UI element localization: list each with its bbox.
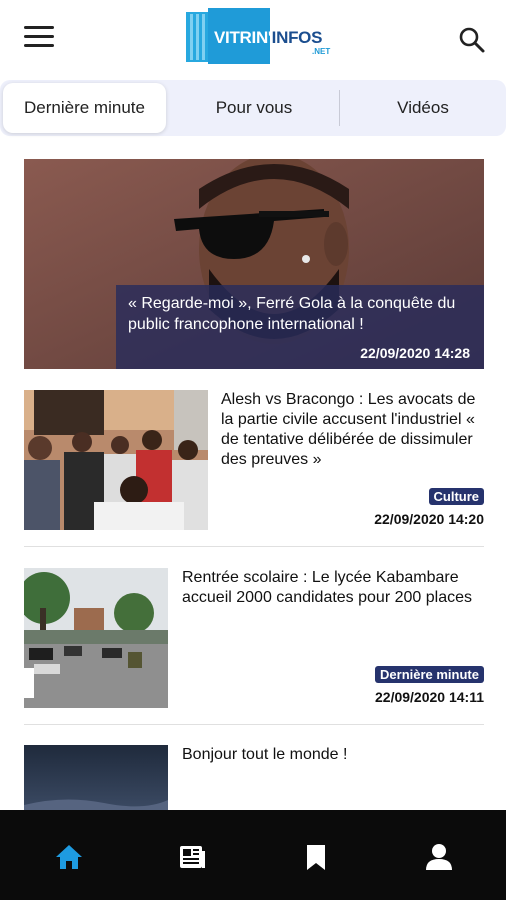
- article-item[interactable]: Bonjour tout le monde !: [24, 745, 484, 810]
- divider: [24, 546, 484, 547]
- logo: VITRIN'INFOS .NET: [186, 8, 336, 66]
- article-item[interactable]: Rentrée scolaire : Le lycée Kabambare ac…: [24, 568, 484, 708]
- article-title[interactable]: Rentrée scolaire : Le lycée Kabambare ac…: [182, 568, 484, 608]
- home-icon[interactable]: [54, 842, 84, 872]
- hamburger-menu-icon[interactable]: [24, 26, 54, 52]
- article-date: 22/09/2020 14:20: [374, 511, 484, 527]
- user-icon[interactable]: [424, 842, 454, 872]
- tab-videos[interactable]: Vidéos: [340, 80, 506, 136]
- tab-derniere-minute[interactable]: Dernière minute: [3, 83, 166, 133]
- article-thumbnail: [24, 568, 168, 708]
- divider: [24, 724, 484, 725]
- bookmark-icon[interactable]: [301, 842, 331, 872]
- tab-label: Pour vous: [215, 98, 293, 117]
- app-header: VITRIN'INFOS .NET: [0, 0, 506, 78]
- logo-subtext: .NET: [312, 47, 331, 56]
- bottom-navigation: [0, 810, 506, 900]
- hero-caption: « Regarde-moi », Ferré Gola à la conquêt…: [116, 285, 484, 369]
- tab-label: Vidéos: [397, 98, 449, 117]
- article-title[interactable]: Bonjour tout le monde !: [182, 745, 484, 765]
- tab-label: Dernière minute: [24, 98, 145, 117]
- hero-title[interactable]: « Regarde-moi », Ferré Gola à la conquêt…: [128, 293, 472, 335]
- search-icon[interactable]: [458, 26, 486, 54]
- article-date: 22/09/2020 14:11: [375, 689, 484, 705]
- hero-article[interactable]: « Regarde-moi », Ferré Gola à la conquêt…: [24, 159, 484, 369]
- logo-text-part1: VITRIN': [214, 28, 272, 47]
- category-badge[interactable]: Culture: [428, 488, 484, 505]
- tab-pour-vous[interactable]: Pour vous: [170, 80, 338, 136]
- article-thumbnail: [24, 390, 208, 530]
- category-tabs: Dernière minute Pour vous Vidéos: [0, 80, 506, 136]
- newspaper-icon[interactable]: [177, 842, 207, 872]
- logo-text: VITRIN'INFOS: [214, 28, 322, 48]
- logo-text-part2: INFOS: [271, 28, 323, 47]
- article-item[interactable]: Alesh vs Bracongo : Les avocats de la pa…: [24, 390, 484, 530]
- category-badge[interactable]: Dernière minute: [375, 666, 484, 683]
- hero-date: 22/09/2020 14:28: [360, 345, 470, 361]
- article-thumbnail: [24, 745, 168, 810]
- article-title[interactable]: Alesh vs Bracongo : Les avocats de la pa…: [221, 390, 484, 470]
